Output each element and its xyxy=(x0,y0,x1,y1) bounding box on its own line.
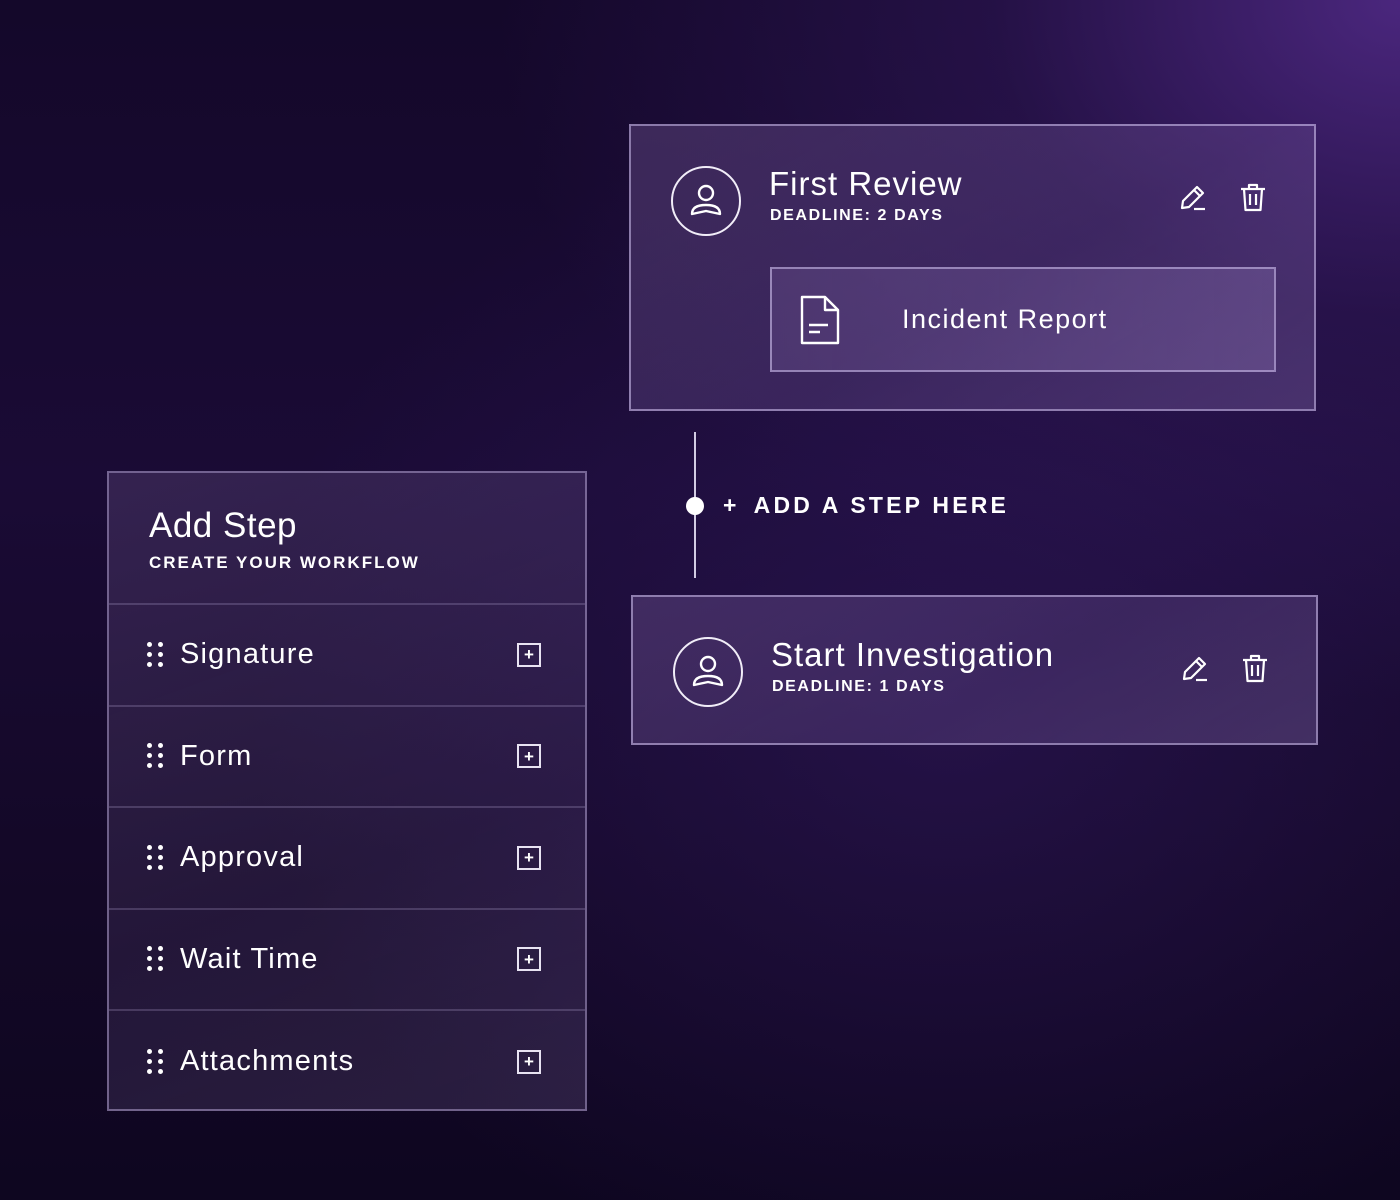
step-deadline: DEADLINE: 1 DAYS xyxy=(772,678,946,695)
connector-dot xyxy=(686,497,704,515)
add-icon[interactable]: + xyxy=(517,947,541,972)
add-icon[interactable]: + xyxy=(517,642,541,667)
drag-handle-icon[interactable] xyxy=(147,743,163,769)
drag-handle-icon[interactable] xyxy=(147,946,163,972)
add-step-panel: Add Step CREATE YOUR WORKFLOW Signature … xyxy=(107,471,587,1111)
attached-document-incident-report[interactable]: Incident Report xyxy=(770,267,1276,372)
add-step-title: Add Step xyxy=(149,506,297,545)
trash-icon[interactable] xyxy=(1236,180,1270,214)
step-item-approval[interactable]: Approval + xyxy=(109,808,585,910)
step-item-label: Signature xyxy=(180,638,315,671)
plus-icon: + xyxy=(723,492,740,518)
add-step-here-button[interactable]: + ADD A STEP HERE xyxy=(723,492,1009,519)
step-item-form[interactable]: Form + xyxy=(109,707,585,808)
add-icon[interactable]: + xyxy=(517,845,541,870)
add-step-subtitle: CREATE YOUR WORKFLOW xyxy=(149,553,420,572)
step-title: Start Investigation xyxy=(771,636,1055,673)
add-icon[interactable]: + xyxy=(517,1049,541,1074)
step-title: First Review xyxy=(769,165,963,202)
step-item-label: Wait Time xyxy=(180,942,319,975)
pencil-icon[interactable] xyxy=(1178,651,1212,685)
add-step-here-label: ADD A STEP HERE xyxy=(753,492,1010,518)
add-icon[interactable]: + xyxy=(517,744,541,769)
workflow-step-card-start-investigation[interactable]: Start Investigation DEADLINE: 1 DAYS xyxy=(631,595,1318,745)
step-deadline: DEADLINE: 2 DAYS xyxy=(770,207,944,224)
step-item-wait-time[interactable]: Wait Time + xyxy=(109,910,585,1011)
user-avatar-icon xyxy=(673,637,743,707)
step-item-label: Attachments xyxy=(180,1045,355,1078)
document-icon xyxy=(800,295,840,344)
drag-handle-icon[interactable] xyxy=(147,844,163,871)
document-label: Incident Report xyxy=(902,304,1108,334)
step-item-signature[interactable]: Signature + xyxy=(109,605,585,707)
drag-handle-icon[interactable] xyxy=(147,1048,163,1075)
user-avatar-icon xyxy=(671,166,741,236)
drag-handle-icon[interactable] xyxy=(147,641,163,668)
pencil-icon[interactable] xyxy=(1176,180,1210,214)
trash-icon[interactable] xyxy=(1238,651,1272,685)
step-item-label: Approval xyxy=(180,841,305,874)
workflow-step-card-first-review[interactable]: First Review DEADLINE: 2 DAYS Incident R… xyxy=(629,124,1316,411)
add-step-header: Add Step CREATE YOUR WORKFLOW xyxy=(109,473,585,605)
step-item-attachments[interactable]: Attachments + xyxy=(109,1011,585,1113)
step-item-label: Form xyxy=(180,739,253,772)
